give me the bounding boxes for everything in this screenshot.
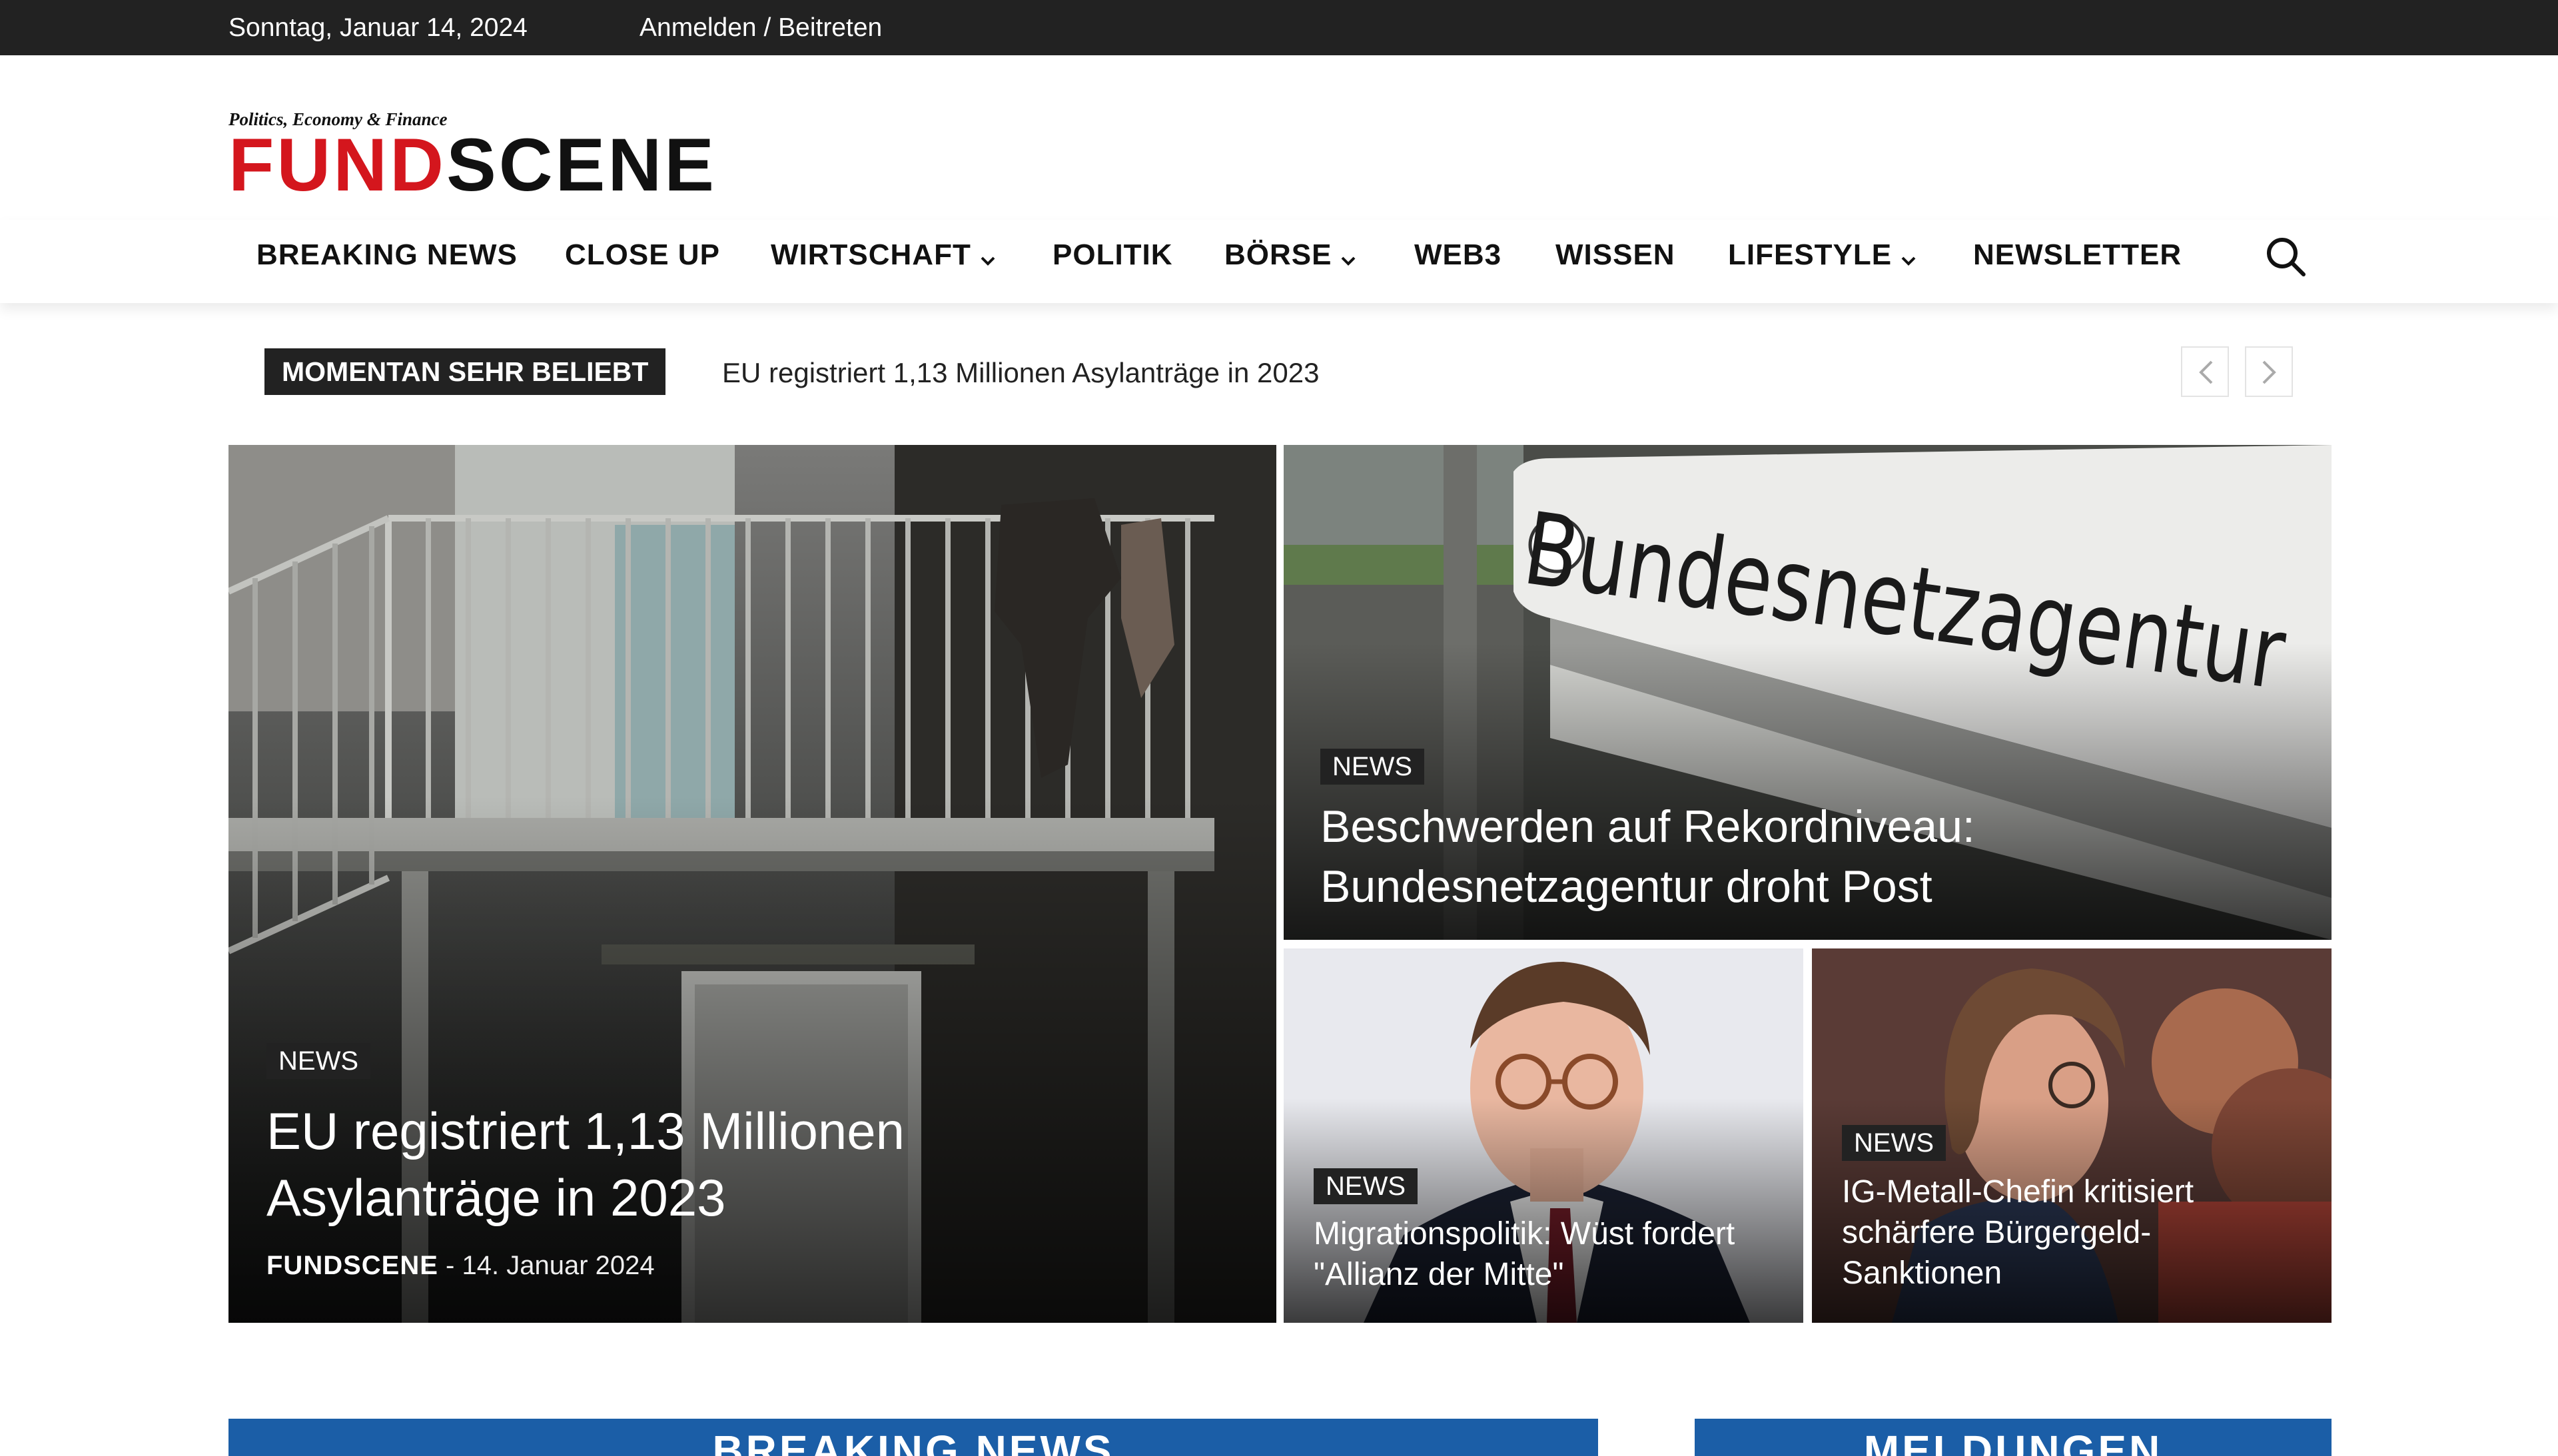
nav-label: LIFESTYLE: [1728, 238, 1893, 271]
ticker-prev-button[interactable]: [2181, 346, 2229, 397]
nav-item-newsletter[interactable]: NEWSLETTER: [1973, 238, 2182, 272]
nav-label: POLITIK: [1053, 238, 1173, 271]
chevron-down-icon: [1901, 240, 1916, 273]
article-title[interactable]: EU registriert 1,13 Millionen Asylanträg…: [266, 1098, 1033, 1231]
section-header-breaking-news: BREAKING NEWS: [228, 1419, 1598, 1456]
image-shade: [228, 796, 1276, 1323]
nav-label: WEB3: [1414, 238, 1502, 271]
nav-item-web3[interactable]: WEB3: [1414, 238, 1501, 272]
login-link[interactable]: Anmelden / Beitreten: [640, 13, 882, 43]
chevron-right-icon: [2262, 360, 2276, 384]
category-badge[interactable]: NEWS: [266, 1043, 370, 1079]
logo-fund: FUND: [228, 123, 447, 206]
chevron-down-icon: [1341, 240, 1356, 273]
nav-item-close-up[interactable]: CLOSE UP: [565, 238, 720, 272]
trending-headline-link[interactable]: EU registriert 1,13 Millionen Asylanträg…: [722, 357, 1319, 389]
meta-separator: -: [446, 1251, 455, 1280]
article-date: 14. Januar 2024: [462, 1251, 655, 1280]
nav-label: BÖRSE: [1224, 238, 1332, 271]
nav-item-lifestyle[interactable]: LIFESTYLE: [1728, 238, 1916, 273]
category-badge[interactable]: NEWS: [1842, 1125, 1946, 1161]
nav-item-wirtschaft[interactable]: WIRTSCHAFT: [771, 238, 995, 273]
nav-label: BREAKING NEWS: [256, 238, 518, 271]
article-meta: FUNDSCENE - 14. Januar 2024: [266, 1251, 655, 1281]
main-navigation: BREAKING NEWS CLOSE UP WIRTSCHAFT POLITI…: [0, 220, 2558, 303]
nav-item-breaking-news[interactable]: BREAKING NEWS: [256, 238, 518, 272]
nav-label: WIRTSCHAFT: [771, 238, 971, 271]
featured-article-main[interactable]: NEWS EU registriert 1,13 Millionen Asyla…: [228, 445, 1276, 1323]
search-icon[interactable]: [2264, 234, 2308, 278]
chevron-left-icon: [2199, 360, 2213, 384]
article-title[interactable]: Beschwerden auf Rekordniveau: Bundesnetz…: [1320, 797, 2120, 916]
current-date: Sonntag, Januar 14, 2024: [228, 13, 528, 42]
featured-article-2[interactable]: Bundesnetzagentur NEWS Beschwerden auf R…: [1284, 445, 2332, 940]
chevron-down-icon: [981, 240, 995, 273]
top-bar: Sonntag, Januar 14, 2024 Anmelden / Beit…: [0, 0, 2558, 55]
nav-item-boerse[interactable]: BÖRSE: [1224, 238, 1356, 273]
featured-article-3[interactable]: NEWS Migrationspolitik: Wüst fordert "Al…: [1284, 948, 1803, 1323]
trending-label: MOMENTAN SEHR BELIEBT: [264, 348, 666, 395]
nav-item-politik[interactable]: POLITIK: [1053, 238, 1173, 272]
article-title[interactable]: Migrationspolitik: Wüst fordert "Allianz…: [1314, 1214, 1767, 1295]
category-badge[interactable]: NEWS: [1320, 749, 1424, 785]
ticker-next-button[interactable]: [2245, 346, 2293, 397]
logo-scene: SCENE: [446, 123, 717, 206]
article-author[interactable]: FUNDSCENE: [266, 1251, 438, 1280]
article-title[interactable]: IG-Metall-Chefin kritisiert schärfere Bü…: [1842, 1172, 2242, 1293]
site-logo[interactable]: Politics, Economy & Finance FUNDSCENE: [228, 109, 855, 202]
section-header-meldungen: MELDUNGEN: [1695, 1419, 2332, 1456]
nav-label: CLOSE UP: [565, 238, 720, 271]
nav-label: WISSEN: [1555, 238, 1675, 271]
featured-article-4[interactable]: NEWS IG-Metall-Chefin kritisiert schärfe…: [1812, 948, 2332, 1323]
nav-item-wissen[interactable]: WISSEN: [1555, 238, 1675, 272]
category-badge[interactable]: NEWS: [1314, 1168, 1418, 1204]
nav-label: NEWSLETTER: [1973, 238, 2182, 271]
logo-wordmark: FUNDSCENE: [228, 128, 717, 202]
